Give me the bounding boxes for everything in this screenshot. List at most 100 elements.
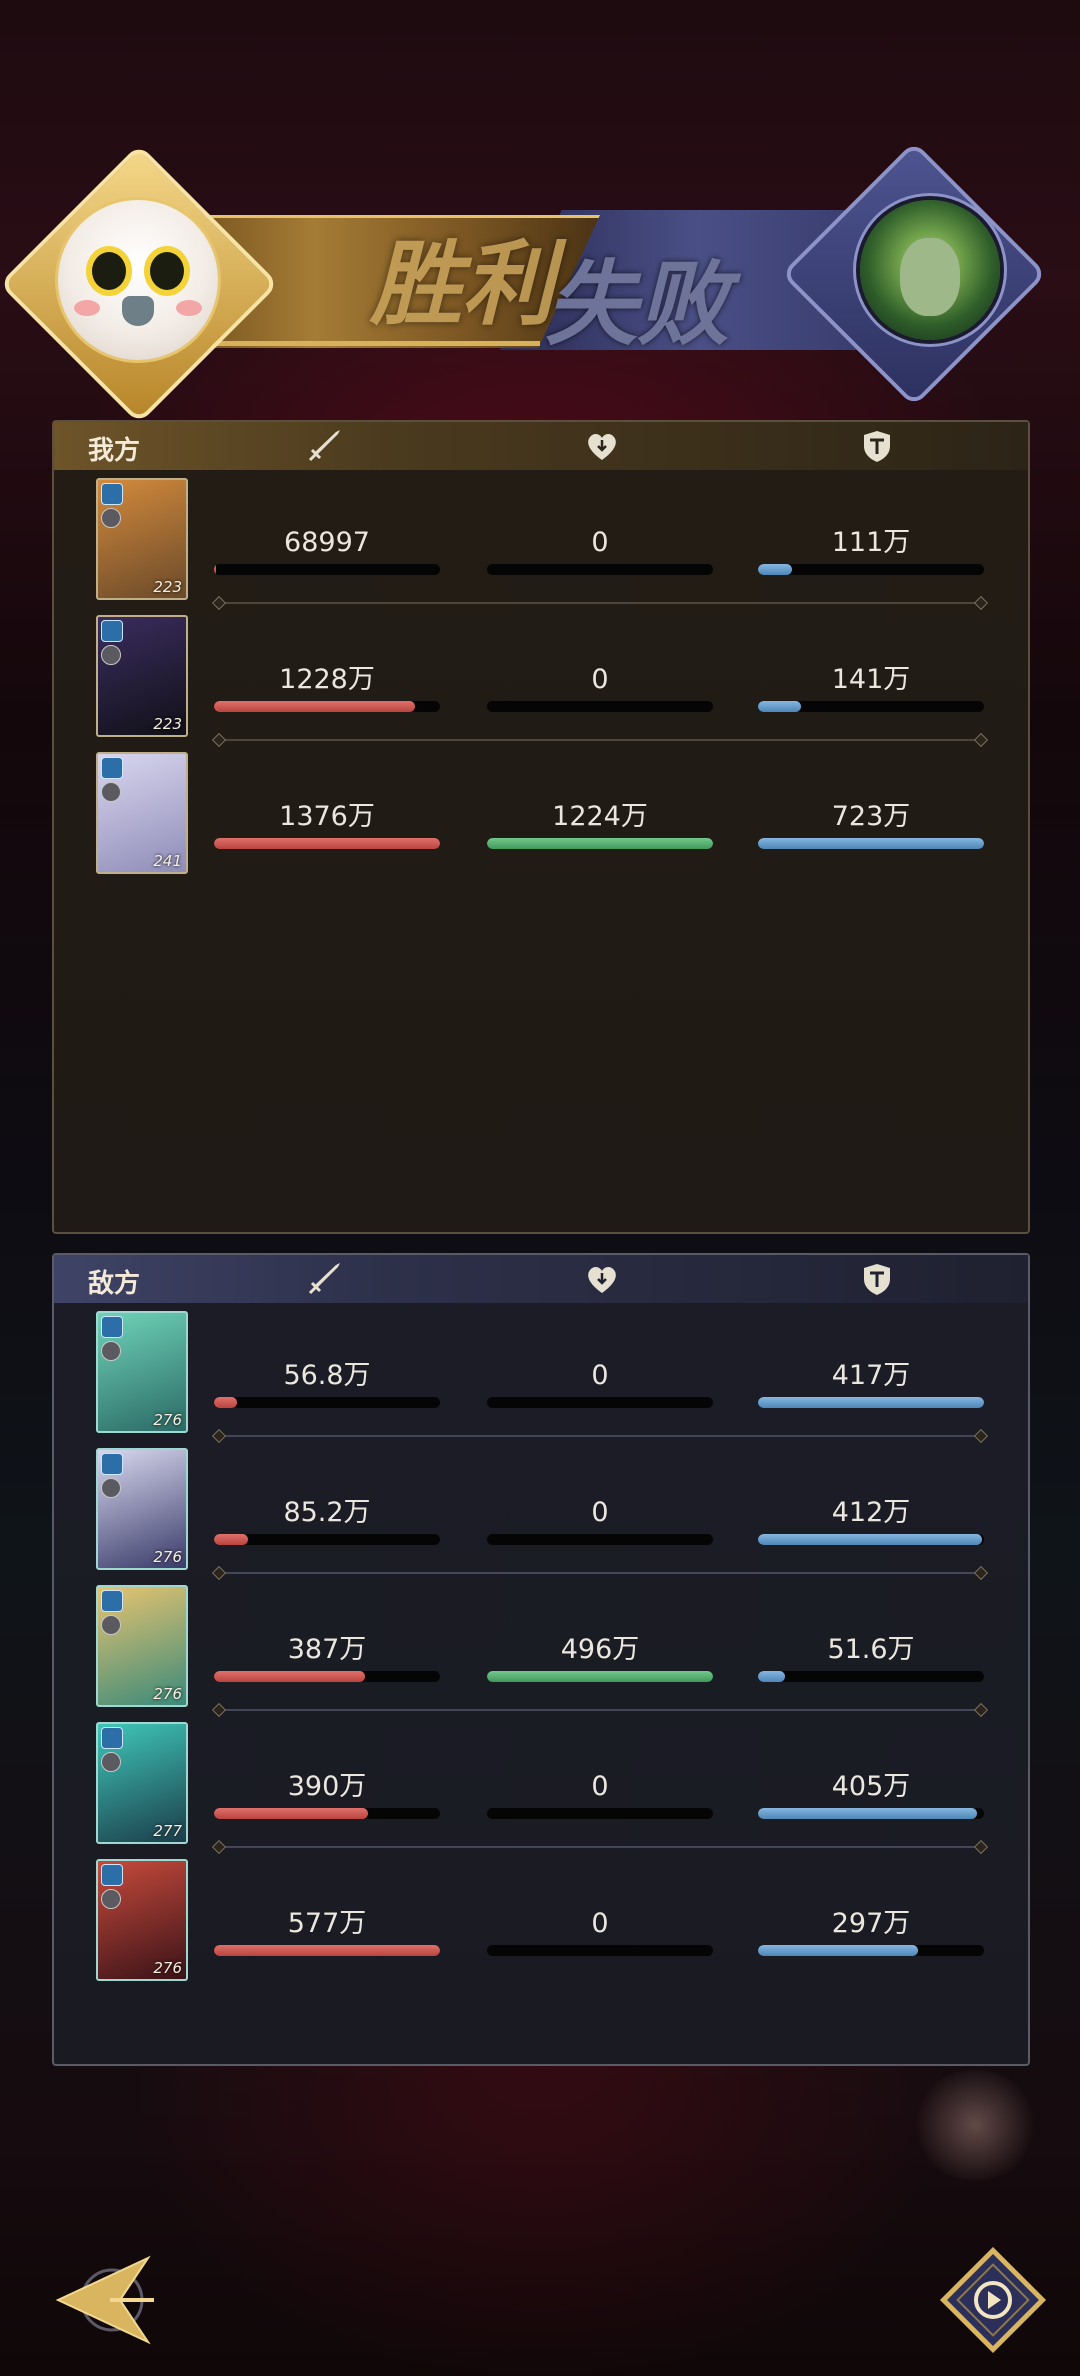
result-banner: 失败 胜利 [0,141,1080,425]
damage-taken-bar [758,1534,984,1545]
healing-value: 0 [591,664,609,695]
row-divider [220,1435,980,1437]
sword-icon [308,430,340,462]
hero-level: 223 [153,578,182,596]
damage-stat: 1228万 [214,663,440,712]
back-button[interactable] [50,2250,160,2350]
hero-card[interactable]: 241 [96,752,188,874]
avatar-eye-left [92,252,126,290]
enemy-team-panel: 敌方 276 56.8万 0 417万 276 85.2万 0 412万 276 387万 496万… [52,1253,1030,2066]
hero-card[interactable]: 276 [96,1311,188,1433]
damage-taken-stat: 111万 [758,526,984,575]
replay-button[interactable] [938,2245,1048,2355]
healing-bar [487,838,713,849]
healing-stat: 496万 [487,1633,713,1682]
healing-stat: 0 [487,1907,713,1956]
hero-card[interactable]: 223 [96,615,188,737]
hero-row: 241 1376万 1224万 723万 [54,748,1028,880]
damage-stat: 577万 [214,1907,440,1956]
row-divider [220,602,980,604]
hero-level: 276 [153,1411,182,1429]
hero-card[interactable]: 276 [96,1448,188,1570]
enemy-avatar[interactable] [860,200,1000,340]
damage-taken-bar-fill [758,701,801,712]
hero-level: 276 [153,1685,182,1703]
healing-value: 0 [591,1771,609,1802]
enemy-team-label: 敌方 [88,1269,141,1299]
damage-value: 390万 [287,1771,367,1802]
blurred-floating-icon[interactable] [910,2070,1040,2180]
hero-level: 277 [153,1822,182,1840]
damage-value: 387万 [287,1634,367,1665]
healing-value: 496万 [560,1634,640,1665]
heart-icon [588,434,616,460]
class-badge-icon [101,1615,121,1635]
damage-taken-value: 51.6万 [827,1634,915,1665]
damage-stat: 387万 [214,1633,440,1682]
healing-bar-fill [487,838,713,849]
hero-row: 276 387万 496万 51.6万 [54,1581,1028,1713]
damage-taken-value: 141万 [831,664,911,695]
faction-badge-icon [101,1316,123,1338]
damage-taken-value: 417万 [831,1360,911,1391]
damage-bar [214,1671,440,1682]
healing-stat: 0 [487,1359,713,1408]
hero-card[interactable]: 223 [96,478,188,600]
damage-taken-bar-fill [758,838,984,849]
player-avatar[interactable] [58,200,218,360]
class-badge-icon [101,1341,121,1361]
shield-icon [864,431,890,462]
healing-bar [487,701,713,712]
healing-bar [487,1808,713,1819]
damage-taken-stat: 405万 [758,1770,984,1819]
defeat-label: 失败 [545,250,730,358]
hero-level: 276 [153,1548,182,1566]
hero-level: 276 [153,1959,182,1977]
hero-card[interactable]: 276 [96,1859,188,1981]
damage-taken-bar [758,1945,984,1956]
healing-bar [487,1397,713,1408]
healing-value: 0 [591,1908,609,1939]
sword-icon [308,1263,340,1295]
our-team-panel: 我方 223 68997 0 111万 223 1228万 0 141万 241 1376万 122… [52,420,1030,1234]
class-badge-icon [101,1752,121,1772]
damage-taken-value: 297万 [831,1908,911,1939]
damage-bar [214,1945,440,1956]
damage-stat: 68997 [214,526,440,575]
damage-bar-fill [214,1945,440,1956]
healing-value: 0 [591,1497,609,1528]
faction-badge-icon [101,1864,123,1886]
damage-value: 1376万 [279,801,375,832]
damage-taken-stat: 51.6万 [758,1633,984,1682]
damage-bar [214,701,440,712]
hero-row: 223 1228万 0 141万 [54,611,1028,743]
damage-bar [214,1534,440,1545]
hero-card[interactable]: 276 [96,1585,188,1707]
damage-taken-value: 723万 [831,801,911,832]
healing-stat: 0 [487,1496,713,1545]
avatar-cheek-left [74,300,100,316]
hero-row: 276 85.2万 0 412万 [54,1444,1028,1576]
damage-bar-fill [214,1671,366,1682]
class-badge-icon [101,1478,121,1498]
hero-row: 276 56.8万 0 417万 [54,1307,1028,1439]
damage-taken-stat: 141万 [758,663,984,712]
our-team-label: 我方 [88,436,141,466]
damage-taken-bar [758,701,984,712]
our-team-header: 我方 [54,422,1028,470]
damage-taken-bar-fill [758,1671,786,1682]
damage-stat: 1376万 [214,800,440,849]
avatar-beak [122,296,154,326]
faction-badge-icon [101,1727,123,1749]
shield-icon [864,1264,890,1295]
damage-taken-stat: 297万 [758,1907,984,1956]
faction-badge-icon [101,1453,123,1475]
hero-row: 223 68997 0 111万 [54,474,1028,606]
damage-bar-fill [214,1534,248,1545]
class-badge-icon [101,508,121,528]
damage-value: 85.2万 [283,1497,371,1528]
class-badge-icon [101,645,121,665]
hero-card[interactable]: 277 [96,1722,188,1844]
damage-taken-stat: 417万 [758,1359,984,1408]
healing-bar [487,1671,713,1682]
